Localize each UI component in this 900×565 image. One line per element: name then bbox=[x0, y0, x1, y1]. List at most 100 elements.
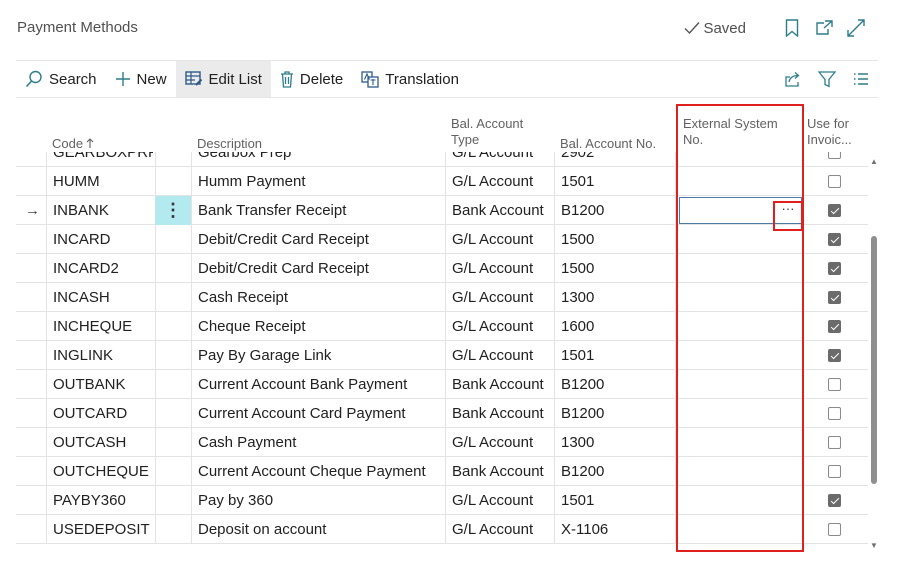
bookmark-icon[interactable] bbox=[776, 17, 808, 39]
cell-bal-account-type[interactable]: G/L Account bbox=[452, 515, 552, 544]
scrollbar-thumb[interactable] bbox=[871, 236, 877, 484]
cell-external-system-no[interactable] bbox=[682, 486, 800, 515]
cell-external-system-no[interactable] bbox=[682, 515, 800, 544]
cell-bal-account-type[interactable]: Bank Account bbox=[452, 399, 552, 428]
list-view-icon[interactable] bbox=[846, 64, 876, 94]
table-row[interactable]: GEARBOXPRP Gearbox Prep G/L Account 2902 bbox=[16, 152, 868, 167]
cell-code[interactable]: GEARBOXPRP bbox=[53, 152, 153, 167]
cell-bal-account-no[interactable]: 1300 bbox=[561, 283, 671, 312]
cell-bal-account-no[interactable]: 1500 bbox=[561, 254, 671, 283]
cell-bal-account-no[interactable]: 1300 bbox=[561, 428, 671, 457]
use-for-invoicing-checkbox[interactable] bbox=[828, 233, 841, 246]
cell-code[interactable]: INCASH bbox=[53, 283, 153, 312]
cell-description[interactable]: Humm Payment bbox=[198, 167, 443, 196]
new-button[interactable]: New bbox=[106, 61, 176, 97]
use-for-invoicing-checkbox[interactable] bbox=[828, 407, 841, 420]
use-for-invoicing-checkbox[interactable] bbox=[828, 152, 841, 159]
table-row[interactable]: OUTCARD Current Account Card Payment Bank … bbox=[16, 399, 868, 428]
cell-description[interactable]: Bank Transfer Receipt bbox=[198, 196, 443, 225]
ellipsis-icon[interactable]: ··· bbox=[775, 197, 801, 224]
cell-bal-account-no[interactable]: B1200 bbox=[561, 399, 671, 428]
use-for-invoicing-checkbox[interactable] bbox=[828, 262, 841, 275]
cell-external-system-no[interactable] bbox=[682, 341, 800, 370]
cell-description[interactable]: Current Account Bank Payment bbox=[198, 370, 443, 399]
cell-description[interactable]: Cash Payment bbox=[198, 428, 443, 457]
cell-code[interactable]: INCARD2 bbox=[53, 254, 153, 283]
cell-description[interactable]: Debit/Credit Card Receipt bbox=[198, 254, 443, 283]
cell-bal-account-type[interactable]: G/L Account bbox=[452, 225, 552, 254]
table-row[interactable]: OUTCASH Cash Payment G/L Account 1300 bbox=[16, 428, 868, 457]
cell-description[interactable]: Cheque Receipt bbox=[198, 312, 443, 341]
cell-code[interactable]: HUMM bbox=[53, 167, 153, 196]
cell-bal-account-no[interactable]: 1600 bbox=[561, 312, 671, 341]
use-for-invoicing-checkbox[interactable] bbox=[828, 436, 841, 449]
cell-description[interactable]: Deposit on account bbox=[198, 515, 443, 544]
column-header-description[interactable]: Description bbox=[197, 112, 437, 152]
cell-bal-account-no[interactable]: X-1106 bbox=[561, 515, 671, 544]
delete-button[interactable]: Delete bbox=[271, 61, 352, 97]
cell-code[interactable]: INCARD bbox=[53, 225, 153, 254]
cell-code[interactable]: INCHEQUE bbox=[53, 312, 153, 341]
cell-code[interactable]: OUTCARD bbox=[53, 399, 153, 428]
scroll-down-icon[interactable]: ▼ bbox=[868, 541, 880, 550]
use-for-invoicing-checkbox[interactable] bbox=[828, 349, 841, 362]
column-header-code[interactable]: Code bbox=[52, 112, 172, 152]
cell-external-system-no[interactable] bbox=[682, 283, 800, 312]
use-for-invoicing-checkbox[interactable] bbox=[828, 291, 841, 304]
cell-code[interactable]: OUTCASH bbox=[53, 428, 153, 457]
cell-external-system-no[interactable] bbox=[682, 457, 800, 486]
cell-description[interactable]: Current Account Cheque Payment bbox=[198, 457, 443, 486]
use-for-invoicing-checkbox[interactable] bbox=[828, 378, 841, 391]
cell-code[interactable]: PAYBY360 bbox=[53, 486, 153, 515]
cell-code[interactable]: INGLINK bbox=[53, 341, 153, 370]
cell-external-system-no[interactable] bbox=[682, 254, 800, 283]
cell-bal-account-no[interactable]: 1501 bbox=[561, 167, 671, 196]
cell-code[interactable]: USEDEPOSIT bbox=[53, 515, 153, 544]
cell-bal-account-type[interactable]: Bank Account bbox=[452, 370, 552, 399]
search-button[interactable]: Search bbox=[16, 61, 106, 97]
table-row[interactable]: INCASH Cash Receipt G/L Account 1300 bbox=[16, 283, 868, 312]
cell-bal-account-type[interactable]: G/L Account bbox=[452, 312, 552, 341]
cell-bal-account-no[interactable]: 1501 bbox=[561, 486, 671, 515]
share-icon[interactable] bbox=[778, 64, 808, 94]
cell-bal-account-no[interactable]: 1501 bbox=[561, 341, 671, 370]
cell-bal-account-type[interactable]: Bank Account bbox=[452, 196, 552, 225]
cell-bal-account-no[interactable]: B1200 bbox=[561, 370, 671, 399]
cell-external-system-no[interactable] bbox=[682, 370, 800, 399]
use-for-invoicing-checkbox[interactable] bbox=[828, 320, 841, 333]
column-header-use-for-invoicing[interactable]: Use for Invoic... bbox=[807, 112, 867, 152]
table-row[interactable]: USEDEPOSIT Deposit on account G/L Account X… bbox=[16, 515, 868, 544]
cell-bal-account-type[interactable]: G/L Account bbox=[452, 283, 552, 312]
cell-bal-account-no[interactable]: 2902 bbox=[561, 152, 671, 167]
cell-bal-account-type[interactable]: G/L Account bbox=[452, 254, 552, 283]
table-row[interactable]: OUTBANK Current Account Bank Payment Bank … bbox=[16, 370, 868, 399]
translation-button[interactable]: Translation bbox=[352, 61, 468, 97]
use-for-invoicing-checkbox[interactable] bbox=[828, 494, 841, 507]
cell-description[interactable]: Cash Receipt bbox=[198, 283, 443, 312]
more-vertical-icon[interactable]: ⋮ bbox=[155, 196, 191, 225]
use-for-invoicing-checkbox[interactable] bbox=[828, 175, 841, 188]
use-for-invoicing-checkbox[interactable] bbox=[828, 523, 841, 536]
cell-bal-account-no[interactable]: B1200 bbox=[561, 196, 671, 225]
scroll-up-icon[interactable]: ▲ bbox=[868, 157, 880, 166]
cell-external-system-no[interactable] bbox=[682, 428, 800, 457]
cell-bal-account-type[interactable]: G/L Account bbox=[452, 486, 552, 515]
cell-external-system-no[interactable] bbox=[682, 399, 800, 428]
open-new-window-icon[interactable] bbox=[808, 17, 840, 39]
expand-icon[interactable] bbox=[840, 17, 872, 39]
cell-bal-account-type[interactable]: Bank Account bbox=[452, 457, 552, 486]
cell-code[interactable]: OUTBANK bbox=[53, 370, 153, 399]
cell-description[interactable]: Pay By Garage Link bbox=[198, 341, 443, 370]
edit-list-button[interactable]: Edit List bbox=[175, 61, 271, 97]
use-for-invoicing-checkbox[interactable] bbox=[828, 204, 841, 217]
cell-external-system-no[interactable] bbox=[682, 312, 800, 341]
table-row[interactable]: PAYBY360 Pay by 360 G/L Account 1501 bbox=[16, 486, 868, 515]
use-for-invoicing-checkbox[interactable] bbox=[828, 465, 841, 478]
cell-description[interactable]: Current Account Card Payment bbox=[198, 399, 443, 428]
cell-bal-account-type[interactable]: G/L Account bbox=[452, 167, 552, 196]
cell-description[interactable]: Pay by 360 bbox=[198, 486, 443, 515]
cell-external-system-no[interactable] bbox=[682, 225, 800, 254]
table-row[interactable]: HUMM Humm Payment G/L Account 1501 bbox=[16, 167, 868, 196]
table-row[interactable]: → ⋮ INBANK Bank Transfer Receipt Bank Accoun… bbox=[16, 196, 868, 225]
column-header-bal-account-no[interactable]: Bal. Account No. bbox=[560, 112, 672, 152]
